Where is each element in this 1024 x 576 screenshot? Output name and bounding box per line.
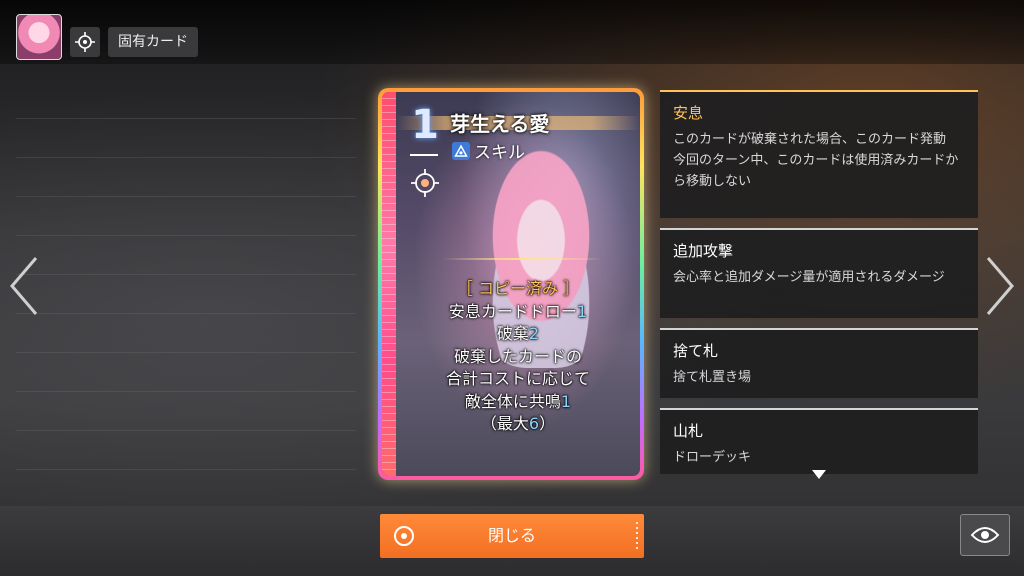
keyword-panel-rest: 安息 このカードが破棄された場合、このカード発動 今回のターン中、このカードは使… [660, 90, 978, 218]
keyword-title: 捨て札 [673, 342, 719, 360]
keyword-panel-discard: 捨て札 捨て札置き場 [660, 328, 978, 398]
effect-line: （最大6） [480, 414, 556, 433]
chevron-right-icon[interactable] [982, 254, 1018, 318]
target-sight-icon [410, 168, 440, 202]
sparkle-divider [442, 258, 602, 260]
card-type: スキル [452, 138, 525, 163]
eye-icon[interactable] [960, 514, 1010, 556]
effect-line: 破棄2 [496, 324, 540, 343]
card-effect-text: ［ コピー済み ］ 安息カードドロー1 破棄2 破棄したカードの 合計コストに応… [396, 278, 640, 436]
button-dots-decoration [636, 522, 638, 550]
skill-card[interactable]: 1 芽生える愛 スキル ［ コピー済み ］ 安息カードドロー1 破棄2 破棄した… [382, 92, 640, 476]
keyword-desc: このカードが破棄された場合、このカード発動 今回のターン中、このカードは使用済み… [673, 132, 959, 189]
keyword-desc: 捨て札置き場 [673, 370, 752, 385]
card-title: 芽生える愛 [450, 112, 550, 136]
triangle-skill-icon [452, 141, 470, 160]
unique-card-tag[interactable]: 固有カード [108, 27, 198, 57]
keyword-title: 山札 [673, 422, 704, 440]
effect-line: 破棄したカードの [453, 346, 582, 366]
close-button-label: 閉じる [487, 526, 536, 545]
scroll-down-indicator[interactable] [812, 470, 826, 479]
effect-line: 合計コストに応じて [445, 369, 590, 388]
cost-underline [410, 154, 438, 156]
target-icon[interactable] [70, 27, 100, 57]
keyword-panel-extra-attack: 追加攻撃 会心率と追加ダメージ量が適用されるダメージ [660, 228, 978, 318]
character-avatar[interactable] [16, 14, 62, 60]
keyword-title: 安息 [673, 104, 704, 122]
chevron-left-icon[interactable] [6, 254, 42, 318]
keyword-title: 追加攻撃 [673, 242, 734, 260]
card-type-label: スキル [474, 143, 525, 163]
card-side-rail [382, 92, 396, 476]
keyword-desc: 会心率と追加ダメージ量が適用されるダメージ [673, 270, 945, 285]
effect-line: 敵全体に共鳴1 [464, 391, 572, 411]
crosshair-icon [75, 32, 95, 52]
close-button[interactable]: 閉じる [380, 514, 644, 558]
card-cost: 1 [411, 102, 439, 148]
copied-status: ［ コピー済み ］ [456, 279, 580, 298]
keyword-panel-deck: 山札 ドローデッキ [660, 408, 978, 474]
effect-line: 安息カードドロー1 [448, 301, 588, 321]
keyword-desc: ドローデッキ [673, 450, 752, 465]
background-decoration [16, 80, 356, 500]
